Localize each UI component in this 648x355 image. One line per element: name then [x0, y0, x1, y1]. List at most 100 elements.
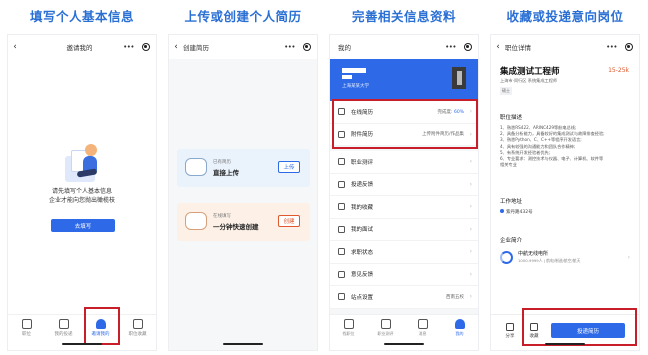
capsule-menu[interactable]: ••• — [445, 43, 472, 51]
redacted-name-2 — [342, 75, 352, 79]
home-indicator — [223, 342, 263, 345]
close-target-icon[interactable] — [303, 43, 311, 51]
tab-messages[interactable]: 消息 — [407, 319, 439, 350]
job-title: 集成测试工程师 — [500, 67, 560, 77]
person-icon — [454, 319, 465, 329]
chevron-right-icon: › — [627, 254, 630, 261]
tab-me[interactable]: 我的 — [444, 319, 476, 350]
more-icon[interactable]: ••• — [445, 43, 456, 51]
nav-title: 职位详情 — [505, 44, 531, 52]
more-icon[interactable]: ••• — [123, 43, 134, 51]
nav-title: 我的 — [338, 44, 351, 52]
nav-bar: ‹ 邀请我的 ••• — [8, 35, 156, 59]
back-icon[interactable]: ‹ — [491, 42, 505, 52]
menu-item-job-status[interactable]: 求职状态 › — [330, 241, 478, 264]
phone-my-profile: 我的 ••• 上海某某大学 在线简历 完成度: 60% › 附件简历 上传附件简历/作… — [329, 34, 479, 351]
job-meta: 上海市·闵行区 系统集成工程师 — [500, 78, 558, 83]
nav-bar: ‹ 创建简历 ••• — [169, 35, 317, 59]
calendar-icon — [338, 225, 345, 233]
chevron-right-icon: › — [469, 248, 472, 256]
redacted-name — [342, 68, 366, 73]
fill-in-button[interactable]: 去填写 — [51, 219, 115, 232]
close-target-icon[interactable] — [625, 43, 633, 51]
tab-favorites[interactable]: 职位收藏 — [122, 319, 154, 350]
menu-item-feedback[interactable]: 投递反馈 › — [330, 174, 478, 196]
description-heading: 职位描述 — [500, 115, 523, 121]
empty-state: 请先填写个人基本信息 企业才能向您抛出橄榄枝 去填写 — [8, 59, 156, 319]
menu-item-favorites[interactable]: 我的收藏 › — [330, 196, 478, 219]
phone-invite-screen: ‹ 邀请我的 ••• 请先填写个人基本信息 企业才能向您抛出橄榄枝 去填写 职位… — [7, 34, 157, 351]
tab-career-test[interactable]: 职业测评 — [370, 319, 402, 350]
tab-my-applications[interactable]: 我的投递 — [48, 319, 80, 350]
screenshot-root: 填写个人基本信息 上传或创建个人简历 完善相关信息资料 收藏或投递意向岗位 ‹ … — [0, 0, 648, 355]
home-indicator — [384, 342, 424, 345]
location-pin-icon — [500, 209, 504, 213]
company-heading: 企业简介 — [500, 238, 523, 244]
create-resume-card[interactable]: 在线填写 一分钟快速创建 创建 — [177, 203, 310, 241]
home-icon — [343, 319, 354, 329]
nav-title: 创建简历 — [183, 44, 209, 52]
status-icon — [338, 248, 345, 256]
tab-find-jobs[interactable]: 找职位 — [333, 319, 365, 350]
upload-button[interactable]: 上传 — [278, 161, 300, 173]
company-card[interactable]: 中航无线电所 1000-9999人 | 航电/制造/航空/航天 › — [500, 249, 632, 271]
create-button[interactable]: 创建 — [278, 215, 300, 227]
nav-bar: 我的 ••• — [330, 35, 478, 59]
menu-item-suggestion[interactable]: 意见反馈 › — [330, 264, 478, 286]
highlight-box — [332, 99, 478, 149]
share-icon — [506, 323, 514, 331]
menu-item-site-settings[interactable]: 站点设置 西南五校 › — [330, 286, 478, 309]
back-icon[interactable]: ‹ — [8, 42, 22, 52]
more-icon[interactable]: ••• — [284, 43, 295, 51]
capsule-menu[interactable]: ••• — [123, 43, 150, 51]
resume-edit-icon — [185, 212, 207, 230]
close-target-icon[interactable] — [142, 43, 150, 51]
work-address[interactable]: 紫丹路432号 — [500, 209, 533, 215]
profile-header[interactable]: 上海某某大学 — [330, 59, 478, 101]
card-subtitle: 已有简历 — [213, 160, 231, 165]
highlight-box — [84, 307, 120, 345]
nav-title: 邀请我的 — [66, 44, 93, 52]
star-icon — [338, 203, 345, 211]
more-icon[interactable]: ••• — [606, 43, 617, 51]
job-detail-body — [491, 59, 639, 317]
avatar[interactable] — [452, 67, 466, 89]
chevron-right-icon: › — [469, 180, 472, 188]
phone-create-resume: ‹ 创建简历 ••• 已有简历 直接上传 上传 在线填写 一分钟快速创建 创建 — [168, 34, 318, 351]
address-heading: 工作地址 — [500, 199, 523, 205]
company-logo — [500, 251, 513, 264]
back-icon[interactable]: ‹ — [169, 42, 183, 52]
highlight-box — [522, 308, 637, 346]
document-icon — [58, 319, 69, 329]
capsule-menu[interactable]: ••• — [606, 43, 633, 51]
job-description: 1、熟悉RS422、ARINC429等航电总线; 2、具备分析能力，具备较好的集… — [500, 125, 605, 168]
step-title-1: 填写个人基本信息 — [29, 9, 134, 24]
degree-tag: 硕士 — [500, 87, 512, 95]
home-indicator — [62, 342, 102, 345]
card-subtitle: 在线填写 — [213, 214, 231, 219]
message-icon — [417, 319, 428, 329]
chevron-right-icon: › — [469, 225, 472, 233]
close-target-icon[interactable] — [464, 43, 472, 51]
company-info: 1000-9999人 | 航电/制造/航空/航天 — [518, 258, 581, 263]
star-icon — [132, 319, 143, 329]
tab-jobs[interactable]: 职位 — [11, 319, 43, 350]
capsule-menu[interactable]: ••• — [284, 43, 311, 51]
phone-job-detail: ‹ 职位详情 ••• 集成测试工程师 15-25k 上海市·闵行区 系统集成工程… — [490, 34, 640, 351]
home-indicator — [545, 342, 585, 345]
step-title-4: 收藏或投递意向岗位 — [506, 9, 624, 24]
card-title: 直接上传 — [213, 169, 239, 177]
briefcase-icon — [21, 319, 32, 329]
upload-resume-card[interactable]: 已有简历 直接上传 上传 — [177, 149, 310, 187]
test-icon — [338, 158, 345, 166]
test-icon — [380, 319, 391, 329]
step-title-3: 完善相关信息资料 — [351, 9, 456, 24]
menu-item-interviews[interactable]: 我的面试 › — [330, 219, 478, 241]
share-button[interactable]: 分享 — [501, 323, 519, 339]
school-label: 上海某某大学 — [342, 84, 369, 89]
gear-icon — [338, 293, 345, 301]
menu-item-career-test[interactable]: 职业测评 › — [330, 151, 478, 174]
chevron-right-icon: › — [469, 293, 472, 301]
card-title: 一分钟快速创建 — [213, 223, 259, 231]
edit-icon — [338, 270, 345, 278]
